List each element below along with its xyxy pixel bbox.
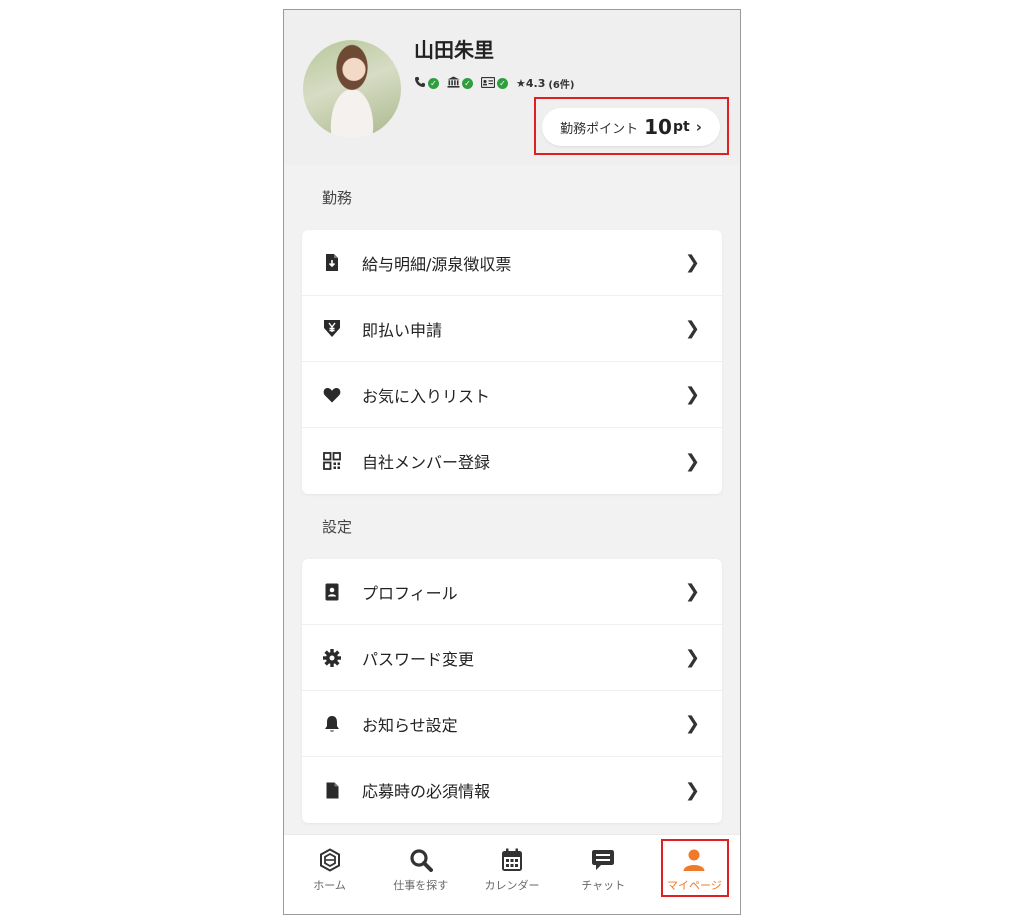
bank-verified-badge: ✓ (447, 76, 473, 91)
qr-code-icon (322, 451, 342, 471)
menu-item-label: 即払い申請 (362, 320, 443, 340)
menu-item-password-change[interactable]: パスワード変更 ❯ (302, 625, 722, 691)
chat-icon (591, 847, 615, 873)
home-hex-icon (319, 847, 341, 873)
section-title-settings: 設定 (322, 518, 353, 536)
rating-count: (6件) (548, 80, 575, 91)
nav-label: カレンダー (484, 879, 540, 892)
section-title-work: 勤務 (322, 189, 353, 207)
nav-calendar[interactable]: カレンダー (472, 847, 552, 893)
menu-item-label: 自社メンバー登録 (362, 453, 491, 472)
avatar[interactable] (303, 40, 401, 138)
bank-icon (447, 76, 460, 91)
highlight-box-my-page (661, 839, 729, 897)
settings-menu-card: プロフィール ❯ パスワード変更 ❯ お知らせ設定 ❯ 応募時の必須情報 ❯ (302, 559, 722, 823)
menu-item-label: プロフィール (362, 583, 458, 603)
chevron-right-icon: ❯ (684, 713, 700, 734)
nav-chat[interactable]: チャット (563, 847, 643, 893)
bell-icon (322, 714, 342, 734)
menu-item-favorites[interactable]: お気に入りリスト ❯ (302, 362, 722, 428)
phone-verified-badge: ✓ (414, 76, 439, 91)
menu-item-label: お気に入りリスト (362, 386, 491, 406)
menu-item-required-info[interactable]: 応募時の必須情報 ❯ (302, 757, 722, 823)
phone-screen: 山田朱里 ✓ ✓ ✓ ★4.3 (6件) 勤務ポイント 10 pt › 勤務 給… (283, 9, 741, 915)
menu-item-label: 応募時の必須情報 (362, 782, 491, 801)
nav-label: 仕事を探す (393, 879, 449, 892)
verification-badges: ✓ ✓ ✓ ★4.3 (6件) (414, 76, 574, 91)
calendar-icon (501, 847, 523, 873)
search-icon (409, 847, 433, 873)
chevron-right-icon: ❯ (684, 384, 700, 405)
check-icon: ✓ (428, 78, 439, 89)
nav-label: チャット (581, 879, 626, 892)
chevron-right-icon: ❯ (684, 318, 700, 339)
phone-icon (414, 76, 426, 91)
nav-home[interactable]: ホーム (290, 847, 370, 893)
highlight-box-points (534, 97, 729, 155)
file-icon (322, 780, 342, 800)
menu-item-instant-pay[interactable]: 即払い申請 ❯ (302, 296, 722, 362)
chevron-right-icon: ❯ (684, 779, 700, 801)
menu-item-label: パスワード変更 (362, 649, 475, 669)
chevron-right-icon: ❯ (684, 450, 700, 472)
nav-search-jobs[interactable]: 仕事を探す (381, 847, 461, 893)
menu-item-payslip[interactable]: 給与明細/源泉徴収票 ❯ (302, 230, 722, 296)
work-menu-card: 給与明細/源泉徴収票 ❯ 即払い申請 ❯ お気に入りリスト ❯ 自社メンバー登録… (302, 230, 722, 494)
id-card-icon (480, 76, 496, 91)
check-icon: ✓ (497, 78, 508, 89)
chevron-right-icon: ❯ (684, 581, 700, 602)
user-name: 山田朱里 (414, 38, 494, 62)
menu-item-profile[interactable]: プロフィール ❯ (302, 559, 722, 625)
heart-icon (322, 385, 342, 405)
chevron-right-icon: ❯ (684, 647, 700, 668)
nav-label: ホーム (313, 879, 346, 892)
chevron-right-icon: ❯ (684, 252, 700, 273)
yen-arrow-icon (322, 319, 342, 339)
menu-item-label: 給与明細/源泉徴収票 (362, 254, 512, 274)
rating: ★4.3 (6件) (516, 76, 574, 91)
profile-card-icon (322, 582, 342, 602)
gear-icon (322, 648, 342, 668)
document-download-icon (322, 253, 342, 273)
menu-item-member-registration[interactable]: 自社メンバー登録 ❯ (302, 428, 722, 494)
rating-value: ★4.3 (516, 77, 546, 90)
check-icon: ✓ (462, 78, 473, 89)
id-verified-badge: ✓ (480, 76, 508, 91)
menu-item-notification-settings[interactable]: お知らせ設定 ❯ (302, 691, 722, 757)
menu-item-label: お知らせ設定 (362, 715, 458, 735)
